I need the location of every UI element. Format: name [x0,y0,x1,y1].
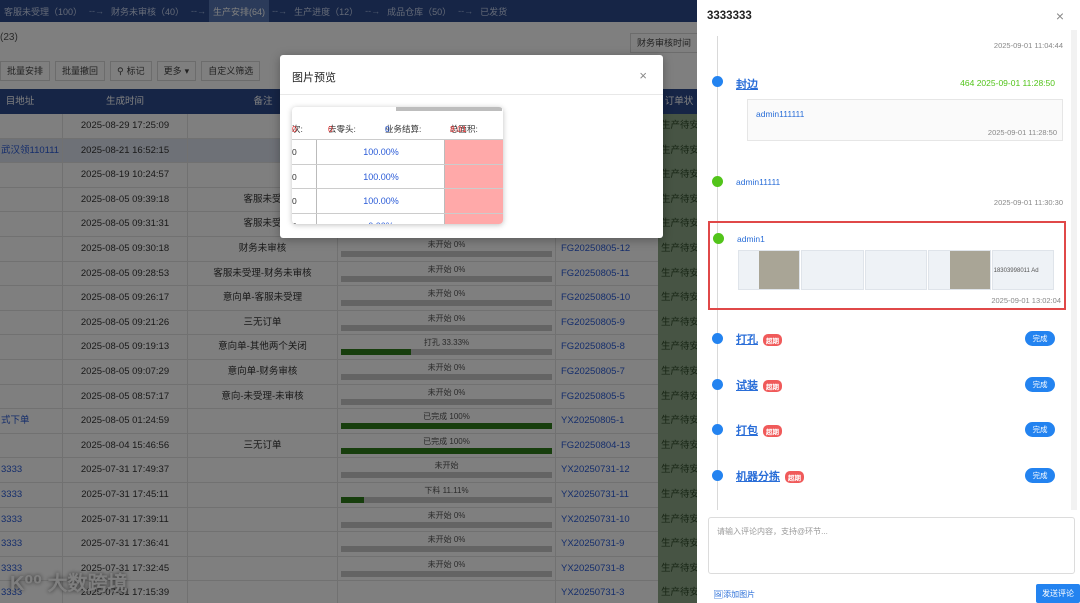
complete-button[interactable]: 完成 [1025,377,1055,392]
dialog-title: 图片预览 [280,55,663,95]
stage-link[interactable]: 试装 超期 [736,377,782,393]
send-comment-button[interactable]: 发送评论 [1036,584,1080,603]
overdue-badge: 超期 [785,471,804,484]
overdue-badge: 超期 [763,380,782,393]
timeline-dot [712,424,723,435]
stage-meta: 464 2025-09-01 11:28:50 [960,78,1055,88]
image-thumbnail[interactable] [928,250,991,290]
overdue-badge: 超期 [763,334,782,347]
comment-user: admin1 [737,234,765,244]
overdue-badge: 超期 [763,425,782,438]
order-detail-drawer: 3333333 × 2025-09-01 11:04:44 封边 464 202… [697,0,1080,603]
comment-input[interactable]: 请输入评论内容，支持@环节... [708,517,1075,574]
preview-percent: 100.00% [318,189,445,213]
highlighted-comment: admin1 18303998011 Ad 2025-09-01 13:02:0… [708,221,1066,310]
timeline-dot [712,379,723,390]
image-thumbnail[interactable] [801,250,864,290]
timeline-dot [713,233,724,244]
stage-link[interactable]: 打孔 超期 [736,331,782,347]
timeline-dot [712,76,723,87]
preview-percent: 100.00% [318,140,445,164]
timeline-dot [712,470,723,481]
complete-button[interactable]: 完成 [1025,468,1055,483]
preview-table-row: 0 100.00% [292,188,503,213]
preview-area-cell [445,140,503,164]
summary-line: 次: 0 去零头: 0 业务结算: 0 总面积: 8.01 [292,124,478,134]
preview-percent: 0.00% [318,213,445,224]
attached-images: 18303998011 Ad [738,250,1055,290]
preview-area-cell [445,164,503,189]
drawer-title: 3333333 [707,10,752,22]
comment-user: admin11111 [736,177,781,187]
timestamp: 2025-09-01 11:30:30 [993,198,1063,207]
preview-table-row: 00.00% [292,212,503,224]
image-thumbnail[interactable] [738,250,801,290]
preview-table-row: 0 100.00% [292,163,503,189]
preview-area-cell [445,189,503,213]
complete-button[interactable]: 完成 [1025,331,1055,346]
timestamp: 2025-09-01 11:04:44 [993,41,1063,50]
preview-area-cell [445,213,503,224]
preview-cell: 0 [292,213,317,224]
add-image-button[interactable]: 🖼添加图片 [713,589,755,600]
complete-button[interactable]: 完成 [1025,422,1055,437]
stage-seal-edge-link[interactable]: 封边 [736,76,758,92]
timeline-dot [712,176,723,187]
comment-box: admin111111 2025-09-01 11:28:50 [747,99,1063,141]
preview-cell: 0 [292,189,317,213]
timeline-dot [712,333,723,344]
horizontal-scrollbar[interactable] [396,107,502,111]
timestamp: 2025-09-01 13:02:04 [991,296,1061,305]
drawer-scrollbar[interactable] [1071,30,1077,510]
stage-link[interactable]: 打包 超期 [736,422,782,438]
comment-time: 2025-09-01 11:28:50 [987,128,1057,137]
image-preview-dialog: 图片预览 × 次: 0 去零头: 0 业务结算: 0 总面积: 8.01 0 100… [280,55,663,238]
image-thumbnail[interactable]: 18303998011 Ad [991,250,1055,290]
close-icon[interactable]: × [639,68,647,83]
stage-link[interactable]: 机器分拣 超期 [736,468,804,484]
preview-cell: 0 [292,140,317,164]
preview-percent: 100.00% [318,164,445,189]
app: 客服未受理（100）--→财务未审核（40）--→生产安排(64)--→生产进度… [0,0,1080,603]
comment-user: admin111111 [756,109,805,119]
close-icon[interactable]: × [1056,8,1064,24]
image-thumbnail[interactable] [864,250,928,290]
preview-image[interactable]: 次: 0 去零头: 0 业务结算: 0 总面积: 8.01 0 100.00% 0 10… [292,107,503,224]
preview-table-row: 0 100.00% [292,139,503,164]
preview-cell: 0 [292,164,317,189]
image-icon: 🖼 [713,590,724,599]
